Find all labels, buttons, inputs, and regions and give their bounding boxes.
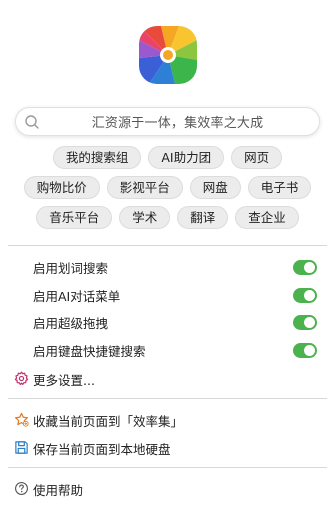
ai-menu-toggle[interactable] — [293, 287, 317, 303]
gear-icon — [14, 371, 29, 386]
tag-translate[interactable]: 翻译 — [177, 206, 229, 229]
help-label: 使用帮助 — [33, 482, 84, 498]
toggle-row-keyboard-shortcut: 启用键盘快捷键搜索 — [0, 339, 335, 361]
divider — [8, 467, 327, 468]
toggle-knob — [304, 344, 315, 356]
tag-row: 我的搜索组 AI助力团 网页 — [0, 146, 335, 169]
tag-cloud-drive[interactable]: 网盘 — [189, 176, 241, 199]
toggle-label: 启用键盘快捷键搜索 — [33, 343, 146, 359]
keyboard-shortcut-toggle[interactable] — [293, 342, 317, 358]
tag-shopping[interactable]: 购物比价 — [23, 176, 100, 199]
toggle-label: 启用超级拖拽 — [33, 315, 109, 331]
bookmark-page-label: 收藏当前页面到「效率集」 — [33, 413, 184, 429]
divider — [8, 398, 327, 399]
selection-search-toggle[interactable] — [293, 259, 317, 275]
more-settings-label: 更多设置... — [33, 372, 95, 388]
save-icon — [15, 441, 28, 454]
toggle-label: 启用划词搜索 — [33, 260, 109, 276]
category-tags: 我的搜索组 AI助力团 网页 购物比价 影视平台 网盘 电子书 音乐平台 学术 … — [0, 146, 335, 236]
search-bar[interactable]: 汇资源于一体，集效率之大成 — [15, 107, 320, 136]
toggle-row-ai-menu: 启用AI对话菜单 — [0, 284, 335, 306]
search-input[interactable]: 汇资源于一体，集效率之大成 — [16, 112, 319, 131]
toggle-row-super-drag: 启用超级拖拽 — [0, 311, 335, 333]
tag-my-search-group[interactable]: 我的搜索组 — [52, 146, 142, 169]
tag-ai-assist[interactable]: AI助力团 — [148, 146, 225, 169]
save-page-label: 保存当前页面到本地硬盘 — [33, 441, 171, 457]
toggle-row-selection-search: 启用划词搜索 — [0, 256, 335, 278]
tag-row: 音乐平台 学术 翻译 查企业 — [0, 206, 335, 229]
bookmark-page-link[interactable]: 收藏当前页面到「效率集」 — [0, 409, 335, 431]
tag-academic[interactable]: 学术 — [119, 206, 171, 229]
tag-row: 购物比价 影视平台 网盘 电子书 — [0, 176, 335, 199]
tag-company-lookup[interactable]: 查企业 — [235, 206, 299, 229]
app-logo — [138, 26, 197, 84]
toggle-knob — [304, 261, 315, 273]
tag-web[interactable]: 网页 — [231, 146, 283, 169]
help-icon — [15, 482, 28, 495]
tag-music[interactable]: 音乐平台 — [36, 206, 113, 229]
help-link[interactable]: 使用帮助 — [0, 478, 335, 500]
divider — [8, 245, 327, 246]
toggle-label: 启用AI对话菜单 — [33, 288, 121, 304]
toggle-knob — [304, 316, 315, 328]
star-icon — [14, 412, 29, 427]
tag-ebook[interactable]: 电子书 — [247, 176, 312, 199]
logo-container — [0, 26, 335, 84]
search-icon — [25, 115, 39, 129]
tag-video[interactable]: 影视平台 — [106, 176, 183, 199]
super-drag-toggle[interactable] — [293, 314, 317, 330]
toggle-knob — [304, 289, 315, 301]
save-page-link[interactable]: 保存当前页面到本地硬盘 — [0, 437, 335, 459]
more-settings-link[interactable]: 更多设置... — [0, 368, 335, 390]
